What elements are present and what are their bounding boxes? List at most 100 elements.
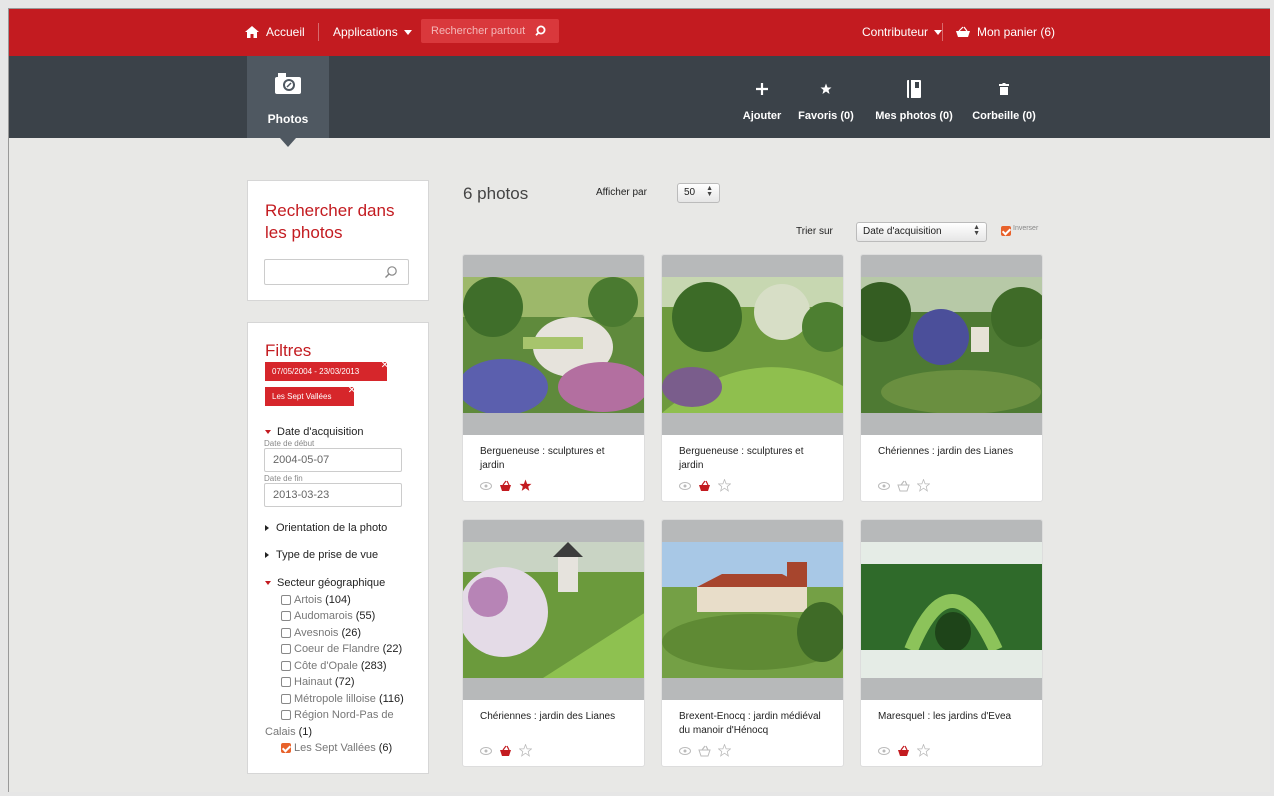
filters-panel: Filtres 07/05/2004 - 23/03/2013 ✕ Les Se…: [247, 322, 429, 774]
geo-label: Métropole lilloise: [294, 693, 376, 705]
tab-photos[interactable]: Photos: [247, 56, 329, 147]
star-outline-icon[interactable]: [917, 744, 930, 757]
contributor-menu[interactable]: Contributeur: [862, 25, 943, 39]
shot-type-section-toggle[interactable]: Type de prise de vue: [265, 549, 378, 561]
global-search-input[interactable]: Rechercher partout: [421, 19, 559, 43]
home-link[interactable]: Accueil: [245, 25, 305, 39]
eye-icon[interactable]: [679, 481, 691, 490]
star-outline-icon[interactable]: [718, 744, 731, 757]
invert-toggle[interactable]: Inverser: [1001, 225, 1038, 236]
photo-card[interactable]: Chériennes : jardin des Lianes: [462, 519, 645, 767]
star-icon[interactable]: [519, 479, 532, 492]
cart-icon[interactable]: [897, 745, 910, 757]
geo-filter-sept-vallees[interactable]: Les Sept Vallées (6): [281, 742, 392, 754]
eye-icon[interactable]: [878, 746, 890, 755]
per-page-select[interactable]: 50 ▲ ▼: [677, 183, 720, 203]
applications-menu[interactable]: Applications: [333, 25, 412, 39]
geo-filter-region-npdc-cont[interactable]: Calais (1): [265, 726, 312, 738]
active-filter-label: Les Sept Vallées: [272, 392, 332, 401]
geo-filter-audomarois[interactable]: Audomarois (55): [281, 610, 375, 622]
eye-icon[interactable]: [679, 746, 691, 755]
add-label: Ajouter: [742, 110, 782, 122]
favorites-button[interactable]: Favoris (0): [793, 78, 859, 122]
search-panel-title: Rechercher dans les photos: [265, 201, 395, 242]
home-label: Accueil: [266, 25, 305, 39]
photo-thumbnail[interactable]: [662, 542, 843, 678]
geo-count: (283): [360, 660, 387, 672]
geo-filter-region-npdc[interactable]: Région Nord-Pas de: [281, 709, 394, 721]
photo-actions: [878, 744, 930, 757]
geo-filter-hainaut[interactable]: Hainaut (72): [281, 676, 354, 688]
orientation-section-toggle[interactable]: Orientation de la photo: [265, 522, 387, 534]
date-section-toggle[interactable]: Date d'acquisition: [265, 426, 364, 438]
star-outline-icon[interactable]: [917, 479, 930, 492]
eye-icon[interactable]: [480, 746, 492, 755]
geo-filter-coeur-de-flandre[interactable]: Coeur de Flandre (22): [281, 643, 402, 655]
geo-section-title: Secteur géographique: [277, 577, 386, 589]
photo-title[interactable]: Chériennes : jardin des Lianes: [878, 445, 1028, 459]
checkbox[interactable]: [281, 677, 291, 687]
sort-select[interactable]: Date d'acquisition ▲ ▼: [856, 222, 987, 242]
checkbox[interactable]: [281, 661, 291, 671]
active-filter-tag[interactable]: Les Sept Vallées ✕: [265, 385, 356, 406]
eye-icon[interactable]: [878, 481, 890, 490]
geo-section-toggle[interactable]: Secteur géographique: [265, 577, 385, 589]
geo-label: Hainaut: [294, 676, 332, 688]
camera-icon: [275, 73, 301, 94]
star-outline-icon[interactable]: [519, 744, 532, 757]
checkbox-checked[interactable]: [1001, 226, 1011, 236]
photo-thumbnail[interactable]: [861, 277, 1042, 414]
chevron-down-icon: [265, 430, 271, 434]
geo-filter-avesnois[interactable]: Avesnois (26): [281, 627, 361, 639]
checkbox[interactable]: [281, 595, 291, 605]
search-icon[interactable]: [384, 265, 398, 279]
photo-search-input[interactable]: [271, 260, 381, 284]
photo-card[interactable]: Maresquel : les jardins d'Evea: [860, 519, 1043, 767]
photo-card[interactable]: Bergueneuse : sculptures et jardin: [462, 254, 645, 502]
start-date-field[interactable]: 2004-05-07: [264, 448, 402, 472]
photo-title[interactable]: Maresquel : les jardins d'Evea: [878, 710, 1028, 724]
geo-count: (55): [355, 610, 376, 622]
cart-icon[interactable]: [698, 480, 711, 492]
photo-title[interactable]: Bergueneuse : sculptures et jardin: [679, 445, 829, 473]
chevron-down-icon: [265, 581, 271, 585]
photo-title[interactable]: Chériennes : jardin des Lianes: [480, 710, 630, 724]
photo-title[interactable]: Brexent-Enocq : jardin médiéval du manoi…: [679, 710, 829, 738]
photo-search-field[interactable]: [264, 259, 409, 285]
close-icon[interactable]: ✕: [381, 356, 389, 375]
eye-icon[interactable]: [480, 481, 492, 490]
cart-icon[interactable]: [499, 745, 512, 757]
photo-actions: [679, 479, 731, 492]
geo-filter-cote-d-opale[interactable]: Côte d'Opale (283): [281, 660, 387, 672]
cart-icon[interactable]: [897, 480, 910, 492]
geo-label: Côte d'Opale: [294, 660, 358, 672]
cart-icon[interactable]: [698, 745, 711, 757]
cart-icon[interactable]: [499, 480, 512, 492]
checkbox[interactable]: [281, 694, 291, 704]
checkbox[interactable]: [281, 710, 291, 720]
photo-card[interactable]: Brexent-Enocq : jardin médiéval du manoi…: [661, 519, 844, 767]
photo-title[interactable]: Bergueneuse : sculptures et jardin: [480, 445, 630, 473]
end-date-field[interactable]: 2013-03-23: [264, 483, 402, 507]
photo-card[interactable]: Bergueneuse : sculptures et jardin: [661, 254, 844, 502]
photo-thumbnail[interactable]: [861, 542, 1042, 678]
geo-filter-artois[interactable]: Artois (104): [281, 594, 351, 606]
checkbox-checked[interactable]: [281, 743, 291, 753]
add-button[interactable]: Ajouter: [733, 78, 791, 122]
photo-thumbnail[interactable]: [463, 542, 644, 678]
active-filter-tag[interactable]: 07/05/2004 - 23/03/2013 ✕: [265, 360, 389, 381]
photo-card[interactable]: Chériennes : jardin des Lianes: [860, 254, 1043, 502]
trash-button[interactable]: Corbeille (0): [969, 78, 1039, 122]
star-outline-icon[interactable]: [718, 479, 731, 492]
geo-filter-metropole-lilloise[interactable]: Métropole lilloise (116): [281, 693, 404, 705]
checkbox[interactable]: [281, 644, 291, 654]
close-icon[interactable]: ✕: [348, 381, 356, 400]
updown-icon: ▲ ▼: [706, 185, 713, 198]
search-panel: Rechercher dans les photos: [247, 180, 429, 301]
checkbox[interactable]: [281, 628, 291, 638]
photo-thumbnail[interactable]: [463, 277, 644, 415]
checkbox[interactable]: [281, 611, 291, 621]
photo-thumbnail[interactable]: [662, 277, 843, 413]
cart-link[interactable]: Mon panier (6): [955, 25, 1055, 39]
my-photos-button[interactable]: Mes photos (0): [871, 78, 957, 122]
